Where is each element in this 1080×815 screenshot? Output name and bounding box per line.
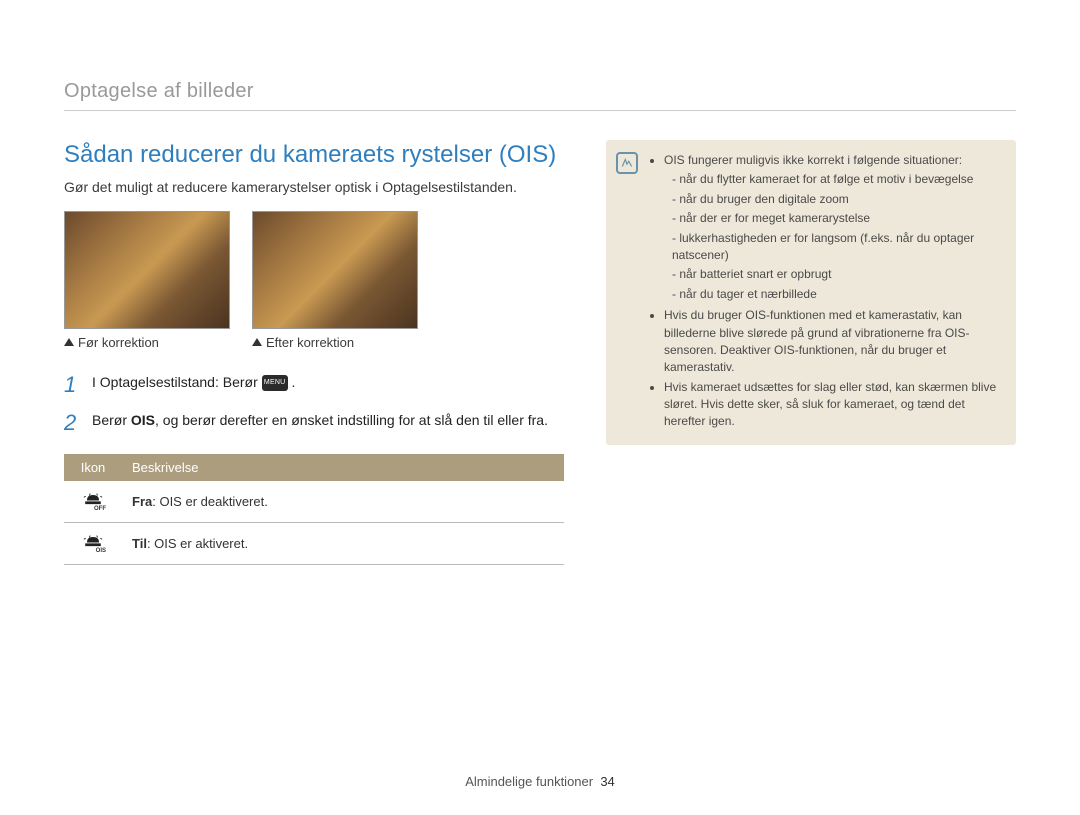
sample-before: Før korrektion [64, 211, 230, 350]
triangle-up-icon [64, 338, 74, 346]
sample-image-before [64, 211, 230, 329]
section-title: Sådan reducerer du kameraets rystelser (… [64, 140, 564, 170]
ois-on-bold: Til [132, 536, 147, 551]
footer-page-number: 34 [600, 774, 614, 789]
note-sub-f: når du tager et nærbillede [672, 286, 1002, 303]
page-footer: Almindelige funktioner 34 [0, 774, 1080, 789]
intro-text: Gør det muligt at reducere kamerarystels… [64, 178, 564, 197]
note-bullet-2: Hvis du bruger OIS-funktionen med et kam… [664, 307, 1002, 377]
step-1-tail: . [292, 374, 296, 390]
ois-off-icon: OFF [82, 489, 104, 511]
ois-off-desc: Fra: OIS er deaktiveret. [122, 481, 564, 523]
steps-list: 1 I Optagelsestilstand: Berør MENU . 2 B… [64, 372, 564, 436]
ois-on-icon-cell: OIS [64, 522, 122, 564]
sample-caption-before: Før korrektion [64, 335, 230, 350]
step-number: 2 [64, 410, 82, 436]
ois-on-sub: OIS [96, 548, 106, 554]
sample-after: Efter korrektion [252, 211, 418, 350]
step-1-text: I Optagelsestilstand: Berør [92, 374, 262, 390]
ois-on-desc: Til: OIS er aktiveret. [122, 522, 564, 564]
ois-off-bold: Fra [132, 494, 152, 509]
table-head-desc: Beskrivelse [122, 454, 564, 481]
caption-text-before: Før korrektion [78, 335, 159, 350]
breadcrumb: Optagelse af billeder [64, 80, 254, 103]
menu-icon: MENU [262, 375, 288, 391]
caption-text-after: Efter korrektion [266, 335, 354, 350]
note-sub-d: lukkerhastigheden er for langsom (f.eks.… [672, 230, 1002, 265]
step-text: Berør OIS, og berør derefter en ønsket i… [92, 410, 548, 430]
triangle-up-icon [252, 338, 262, 346]
ois-settings-table: Ikon Beskrivelse OFF Fra: OIS er [64, 454, 564, 565]
step-2-prefix: Berør [92, 412, 131, 428]
ois-off-text: : OIS er deaktiveret. [152, 494, 268, 509]
note-box: OIS fungerer muligvis ikke korrekt i føl… [606, 140, 1016, 445]
step-2-suffix: , og berør derefter en ønsket indstillin… [155, 412, 548, 428]
ois-off-sub: OFF [94, 506, 106, 512]
step-1: 1 I Optagelsestilstand: Berør MENU . [64, 372, 564, 398]
step-2: 2 Berør OIS, og berør derefter en ønsket… [64, 410, 564, 436]
note-sub-a: når du flytter kameraet for at følge et … [672, 171, 1002, 188]
note-sub-b: når du bruger den digitale zoom [672, 191, 1002, 208]
note-sub-e: når batteriet snart er opbrugt [672, 266, 1002, 283]
table-head-icon: Ikon [64, 454, 122, 481]
note-head: OIS fungerer muligvis ikke korrekt i føl… [664, 152, 1002, 303]
step-text: I Optagelsestilstand: Berør MENU . [92, 372, 295, 392]
ois-on-text: : OIS er aktiveret. [147, 536, 248, 551]
note-head-text: OIS fungerer muligvis ikke korrekt i føl… [664, 153, 962, 167]
sample-caption-after: Efter korrektion [252, 335, 418, 350]
divider [64, 110, 1016, 111]
step-2-bold: OIS [131, 412, 155, 428]
note-icon [616, 152, 638, 174]
table-row: OFF Fra: OIS er deaktiveret. [64, 481, 564, 523]
left-column: Sådan reducerer du kameraets rystelser (… [64, 140, 564, 565]
table-row: OIS Til: OIS er aktiveret. [64, 522, 564, 564]
sample-image-after [252, 211, 418, 329]
sample-comparison: Før korrektion Efter korrektion [64, 211, 564, 350]
right-column: OIS fungerer muligvis ikke korrekt i føl… [606, 140, 1016, 565]
ois-on-icon: OIS [82, 531, 104, 553]
note-sub-c: når der er for meget kamerarystelse [672, 210, 1002, 227]
note-bullet-3: Hvis kameraet udsættes for slag eller st… [664, 379, 1002, 431]
ois-off-icon-cell: OFF [64, 481, 122, 523]
footer-section: Almindelige funktioner [465, 774, 593, 789]
step-number: 1 [64, 372, 82, 398]
